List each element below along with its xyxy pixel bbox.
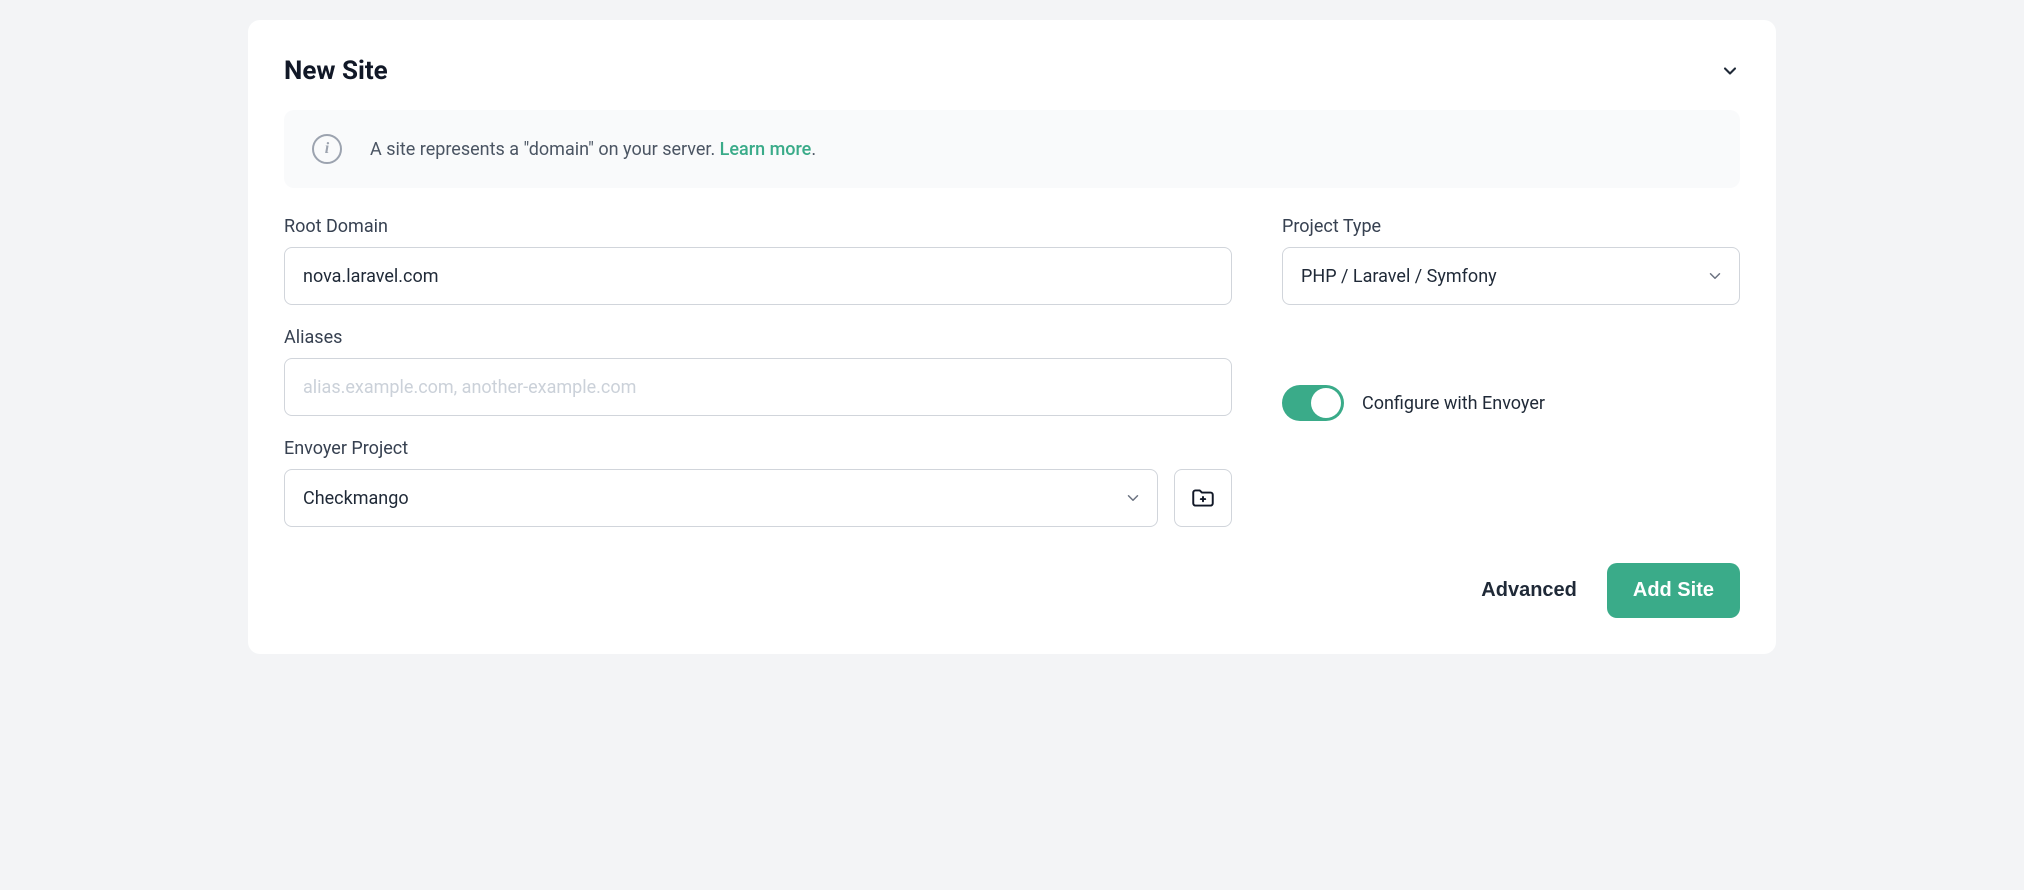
learn-more-link[interactable]: Learn more bbox=[720, 139, 812, 160]
info-text-after: . bbox=[811, 139, 816, 160]
project-type-label: Project Type bbox=[1282, 216, 1740, 237]
collapse-chevron-icon[interactable] bbox=[1720, 61, 1740, 81]
card-header: New Site bbox=[284, 56, 1740, 86]
form-left-column: Root Domain Aliases Envoyer Project Chec… bbox=[284, 216, 1232, 527]
footer-row: Advanced Add Site bbox=[284, 563, 1740, 618]
root-domain-group: Root Domain bbox=[284, 216, 1232, 305]
envoyer-project-label: Envoyer Project bbox=[284, 438, 1232, 459]
advanced-button[interactable]: Advanced bbox=[1481, 579, 1577, 602]
add-site-button[interactable]: Add Site bbox=[1607, 563, 1740, 618]
new-envoyer-project-button[interactable] bbox=[1174, 469, 1232, 527]
folder-plus-icon bbox=[1190, 485, 1216, 511]
form-right-column: Project Type PHP / Laravel / Symfony Con… bbox=[1282, 216, 1740, 527]
new-site-card: New Site i A site represents a "domain" … bbox=[248, 20, 1776, 654]
envoyer-project-row: Checkmango bbox=[284, 469, 1232, 527]
configure-envoyer-row: Configure with Envoyer bbox=[1282, 385, 1740, 421]
info-text: A site represents a "domain" on your ser… bbox=[370, 139, 816, 160]
configure-envoyer-label: Configure with Envoyer bbox=[1362, 393, 1545, 414]
page-title: New Site bbox=[284, 56, 388, 86]
envoyer-project-group: Envoyer Project Checkmango bbox=[284, 438, 1232, 527]
project-type-select-wrap: PHP / Laravel / Symfony bbox=[1282, 247, 1740, 305]
configure-envoyer-toggle[interactable] bbox=[1282, 385, 1344, 421]
root-domain-label: Root Domain bbox=[284, 216, 1232, 237]
info-text-before: A site represents a "domain" on your ser… bbox=[370, 139, 720, 160]
aliases-group: Aliases bbox=[284, 327, 1232, 416]
project-type-select[interactable]: PHP / Laravel / Symfony bbox=[1282, 247, 1740, 305]
aliases-label: Aliases bbox=[284, 327, 1232, 348]
envoyer-project-select[interactable]: Checkmango bbox=[284, 469, 1158, 527]
info-icon: i bbox=[312, 134, 342, 164]
project-type-group: Project Type PHP / Laravel / Symfony bbox=[1282, 216, 1740, 305]
envoyer-project-select-wrap: Checkmango bbox=[284, 469, 1158, 527]
aliases-input[interactable] bbox=[284, 358, 1232, 416]
root-domain-input[interactable] bbox=[284, 247, 1232, 305]
info-banner: i A site represents a "domain" on your s… bbox=[284, 110, 1740, 188]
toggle-knob bbox=[1311, 388, 1341, 418]
form-grid: Root Domain Aliases Envoyer Project Chec… bbox=[284, 216, 1740, 527]
